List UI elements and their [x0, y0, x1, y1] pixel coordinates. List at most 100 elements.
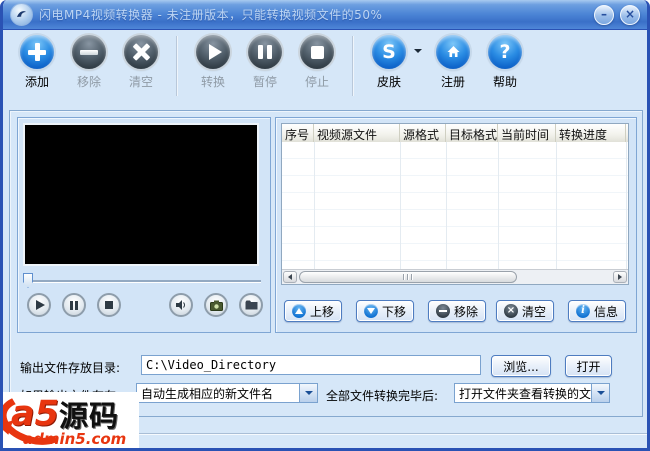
app-icon[interactable] — [10, 3, 33, 26]
scroll-right-arrow[interactable] — [613, 271, 627, 283]
column-header-target-format[interactable]: 目标格式 — [446, 124, 498, 142]
queue-panel: 序号 视频源文件 源格式 目标格式 当前时间 转换进度 上移 下移 移除 × 清… — [275, 117, 637, 333]
add-icon — [20, 35, 54, 69]
player-stop-button[interactable] — [97, 293, 121, 317]
speaker-icon — [176, 300, 186, 310]
toolbar-pause-label: 暂停 — [252, 75, 277, 89]
toolbar-convert-button[interactable]: 转换 — [187, 33, 239, 90]
toolbar-help-button[interactable]: ? 帮助 — [479, 33, 531, 90]
toolbar-separator — [176, 36, 178, 96]
grid-line — [626, 142, 627, 269]
grid-line — [314, 142, 315, 269]
remove-icon — [72, 35, 106, 69]
titlebar: 闪电MP4视频转换器 - 未注册版本，只能转换视频文件的50% – × — [3, 0, 647, 30]
app-icon-glyph — [17, 11, 26, 17]
toolbar-clear-button[interactable]: 清空 — [115, 33, 167, 90]
toolbar-skin-label: 皮肤 — [376, 75, 401, 89]
scrollbar-thumb[interactable] — [299, 271, 517, 283]
after-done-label: 全部文件转换完毕后: — [326, 389, 439, 403]
browse-button[interactable]: 浏览... — [491, 355, 551, 377]
toolbar-skin-button[interactable]: S 皮肤 — [363, 33, 422, 90]
column-header-index[interactable]: 序号 — [282, 124, 314, 142]
output-path-input[interactable] — [141, 355, 481, 375]
grid-line — [556, 142, 557, 269]
folder-icon — [245, 300, 257, 310]
column-header-source-file[interactable]: 视频源文件 — [314, 124, 400, 142]
stop-icon — [300, 35, 334, 69]
skin-dropdown-caret-icon[interactable] — [414, 49, 422, 57]
output-directory-label: 输出文件存放目录: — [20, 361, 121, 375]
pause-icon — [70, 300, 78, 310]
video-preview — [23, 123, 259, 266]
grid-line — [498, 142, 499, 269]
x-icon: × — [503, 304, 518, 318]
seek-thumb[interactable] — [23, 273, 33, 288]
toolbar-separator — [352, 36, 354, 96]
toolbar-register-button[interactable]: 注册 — [427, 33, 479, 90]
player-snapshot-button[interactable] — [204, 293, 228, 317]
move-down-button[interactable]: 下移 — [356, 300, 414, 322]
column-header-progress[interactable]: 转换进度 — [556, 124, 626, 142]
column-header-filler — [626, 124, 631, 142]
horizontal-scrollbar[interactable] — [282, 269, 628, 284]
info-button[interactable]: i 信息 — [568, 300, 626, 322]
help-icon: ? — [488, 35, 522, 69]
camera-icon — [209, 300, 223, 311]
seek-track — [25, 280, 261, 283]
move-down-label: 下移 — [381, 304, 406, 319]
toolbar-remove-label: 移除 — [76, 75, 101, 89]
table-header: 序号 视频源文件 源格式 目标格式 当前时间 转换进度 — [282, 124, 628, 143]
column-header-current-time[interactable]: 当前时间 — [498, 124, 556, 142]
clear-queue-button[interactable]: × 清空 — [496, 300, 554, 322]
after-done-dropdown[interactable]: 打开文件夹查看转换的文件 — [454, 383, 610, 403]
remove-item-label: 移除 — [453, 304, 478, 319]
window-title: 闪电MP4视频转换器 - 未注册版本，只能转换视频文件的50% — [39, 8, 383, 22]
dropdown-button[interactable] — [591, 384, 609, 402]
clear-queue-label: 清空 — [521, 304, 546, 319]
toolbar-add-button[interactable]: 添加 — [11, 33, 63, 90]
table-body[interactable] — [282, 142, 628, 269]
home-icon — [436, 35, 470, 69]
chevron-down-icon — [304, 391, 313, 399]
open-button[interactable]: 打开 — [565, 355, 612, 377]
minimize-button[interactable]: – — [594, 4, 614, 25]
toolbar-stop-button[interactable]: 停止 — [291, 33, 343, 90]
convert-play-icon — [196, 35, 230, 69]
toolbar-help-label: 帮助 — [492, 75, 517, 89]
toolbar-pause-button[interactable]: 暂停 — [239, 33, 291, 90]
seek-bar[interactable] — [23, 272, 263, 288]
player-play-button[interactable] — [27, 293, 51, 317]
app-window: 闪电MP4视频转换器 - 未注册版本，只能转换视频文件的50% – × 添加 移… — [0, 0, 650, 451]
preview-panel — [17, 117, 271, 333]
close-button[interactable]: × — [620, 4, 640, 25]
watermark-logo: a5 源码 admin5.com — [3, 392, 139, 448]
stop-icon — [105, 301, 113, 309]
pause-icon — [248, 35, 282, 69]
player-controls — [23, 293, 263, 323]
move-up-label: 上移 — [309, 304, 334, 319]
file-queue-table[interactable]: 序号 视频源文件 源格式 目标格式 当前时间 转换进度 — [281, 123, 629, 285]
if-exists-dropdown[interactable]: 自动生成相应的新文件名 — [136, 383, 318, 403]
remove-item-button[interactable]: 移除 — [428, 300, 486, 322]
column-header-source-format[interactable]: 源格式 — [400, 124, 446, 142]
toolbar-register-label: 注册 — [440, 75, 465, 89]
grid-line — [400, 142, 401, 269]
toolbar-add-label: 添加 — [24, 75, 49, 89]
clear-icon — [124, 35, 158, 69]
scroll-left-arrow[interactable] — [283, 271, 297, 283]
chevron-down-icon — [596, 391, 605, 399]
skin-icon: S — [372, 35, 406, 69]
player-open-folder-button[interactable] — [239, 293, 263, 317]
toolbar: 添加 移除 清空 转换 暂停 停止 S 皮肤 注册 ? 帮助 — [11, 33, 639, 105]
info-icon: i — [575, 304, 590, 318]
player-volume-button[interactable] — [169, 293, 193, 317]
move-up-button[interactable]: 上移 — [284, 300, 342, 322]
dropdown-button[interactable] — [299, 384, 317, 402]
player-pause-button[interactable] — [62, 293, 86, 317]
toolbar-clear-label: 清空 — [128, 75, 153, 89]
content-frame: 序号 视频源文件 源格式 目标格式 当前时间 转换进度 上移 下移 移除 × 清… — [9, 110, 643, 417]
minus-icon — [435, 304, 450, 318]
down-arrow-icon — [363, 304, 378, 318]
toolbar-remove-button[interactable]: 移除 — [63, 33, 115, 90]
if-exists-value: 自动生成相应的新文件名 — [141, 386, 274, 401]
